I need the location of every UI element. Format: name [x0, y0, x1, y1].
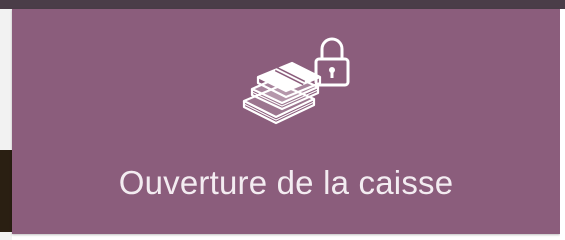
right-edge — [560, 9, 565, 240]
screen: Ouverture de la caisse — [0, 0, 565, 240]
locked-cash-icon — [234, 33, 354, 129]
left-edge-dark-panel — [0, 150, 12, 232]
open-cash-register-button[interactable]: Ouverture de la caisse — [12, 9, 560, 234]
top-bar — [0, 0, 565, 9]
open-cash-register-label: Ouverture de la caisse — [118, 164, 454, 201]
